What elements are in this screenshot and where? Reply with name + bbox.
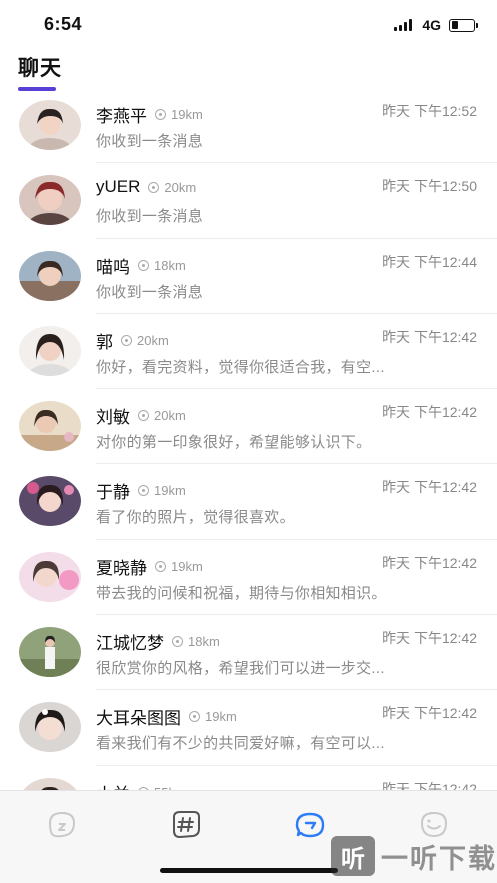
message-preview: 看了你的照片，觉得很喜欢。 [96,509,295,527]
chat-row[interactable]: 喵呜 18km 昨天 下午12:44 你收到一条消息 [0,239,497,314]
location-icon [155,560,166,572]
chat-row[interactable]: 郭 20km 昨天 下午12:42 你好，看完资料，觉得你很适合我，有空... [0,314,497,390]
topic-hash-icon [173,811,200,839]
avatar [19,627,81,678]
signal-icon [394,19,413,31]
watermark: 听 一听下载 [331,836,497,876]
chat-row[interactable]: 于静 19km 昨天 下午12:42 看了你的照片，觉得很喜欢。 [0,464,497,540]
chat-list: 李燕平 19km 昨天 下午12:52 你收到一条消息 yUER 20km 昨天… [0,88,497,790]
contact-name: yUER [96,177,141,197]
message-preview: 很欣赏你的风格，希望我们可以进一步交... [96,660,385,678]
timestamp: 昨天 下午12:42 [382,328,477,345]
watermark-logo: 听 [331,836,375,876]
watermark-text: 一听下载 [381,843,497,874]
distance: 19km [171,558,203,574]
chat-row[interactable]: 江城忆梦 18km 昨天 下午12:42 很欣赏你的风格，希望我们可以进一步交.… [0,615,497,691]
status-indicators: 4G [394,17,478,33]
contact-name: 郭 [96,332,113,352]
avatar [19,777,81,790]
timestamp: 昨天 下午12:42 [382,479,477,496]
network-label: 4G [422,17,441,33]
timestamp: 昨天 下午12:52 [382,103,477,119]
distance: 20km [154,408,186,424]
tab-discover[interactable] [44,807,80,843]
distance: 19km [154,483,186,499]
avatar [19,250,81,301]
status-bar: 6:54 4G [0,0,497,48]
chat-row[interactable]: 小兰 55km 昨天 下午12:42 [0,766,497,790]
message-preview: 对你的第一印象很好，希望能够认识下。 [96,434,372,452]
location-icon [155,109,166,120]
message-preview: 你好，看完资料，觉得你很适合我，有空... [96,358,385,376]
chat-row[interactable]: yUER 20km 昨天 下午12:50 你收到一条消息 [0,163,497,239]
avatar [19,175,81,226]
location-icon [121,334,132,346]
contact-name: 江城忆梦 [96,634,164,654]
location-icon [138,410,149,422]
contact-name: 小兰 [96,780,130,790]
message-preview: 你收到一条消息 [96,133,204,150]
distance: 19km [171,107,203,122]
location-icon [138,259,149,271]
contact-name: 李燕平 [96,107,147,126]
avatar [19,100,81,150]
distance: 19km [205,709,237,725]
page-header: 聊天 [18,52,62,91]
timestamp: 昨天 下午12:42 [382,705,477,722]
timestamp: 昨天 下午12:44 [382,253,477,270]
battery-icon [449,18,478,32]
message-preview: 带去我的问候和祝福，期待与你相知相识。 [96,584,387,602]
avatar [19,401,81,452]
message-preview: 你收到一条消息 [96,283,204,301]
discover-icon [48,811,76,838]
tab-topics[interactable] [168,807,204,843]
status-time: 6:54 [44,14,83,34]
location-icon [189,711,200,723]
timestamp: 昨天 下午12:50 [382,178,477,195]
location-icon [138,485,149,497]
location-icon [172,636,183,648]
contact-name: 喵呜 [96,257,130,277]
home-indicator[interactable] [160,868,338,873]
contact-name: 于静 [96,483,130,503]
timestamp: 昨天 下午12:42 [382,404,477,421]
tab-chat[interactable] [292,807,328,843]
chat-row[interactable]: 大耳朵图图 19km 昨天 下午12:42 看来我们有不少的共同爱好嘛，有空可以… [0,690,497,766]
location-icon [148,181,160,193]
message-preview: 看来我们有不少的共同爱好嘛，有空可以... [96,735,385,753]
distance: 18km [188,634,220,650]
page-title: 聊天 [18,57,62,80]
avatar [19,325,81,376]
contact-name: 大耳朵图图 [96,709,181,729]
avatar [19,702,81,753]
contact-name: 夏晓静 [96,558,147,578]
distance: 18km [154,257,186,273]
timestamp: 昨天 下午12:42 [382,630,477,647]
distance: 20km [164,179,197,195]
message-preview: 你收到一条消息 [96,208,204,226]
avatar [19,476,81,527]
chat-row[interactable]: 李燕平 19km 昨天 下午12:52 你收到一条消息 [0,88,497,164]
distance: 20km [137,332,169,348]
chat-bubble-icon [295,812,325,838]
chat-row[interactable]: 夏晓静 19km 昨天 下午12:42 带去我的问候和祝福，期待与你相知相识。 [0,540,497,616]
avatar [19,551,81,602]
chat-row[interactable]: 刘敏 20km 昨天 下午12:42 对你的第一印象很好，希望能够认识下。 [0,389,497,465]
timestamp: 昨天 下午12:42 [382,780,477,790]
timestamp: 昨天 下午12:42 [382,554,477,571]
contact-name: 刘敏 [96,408,130,428]
